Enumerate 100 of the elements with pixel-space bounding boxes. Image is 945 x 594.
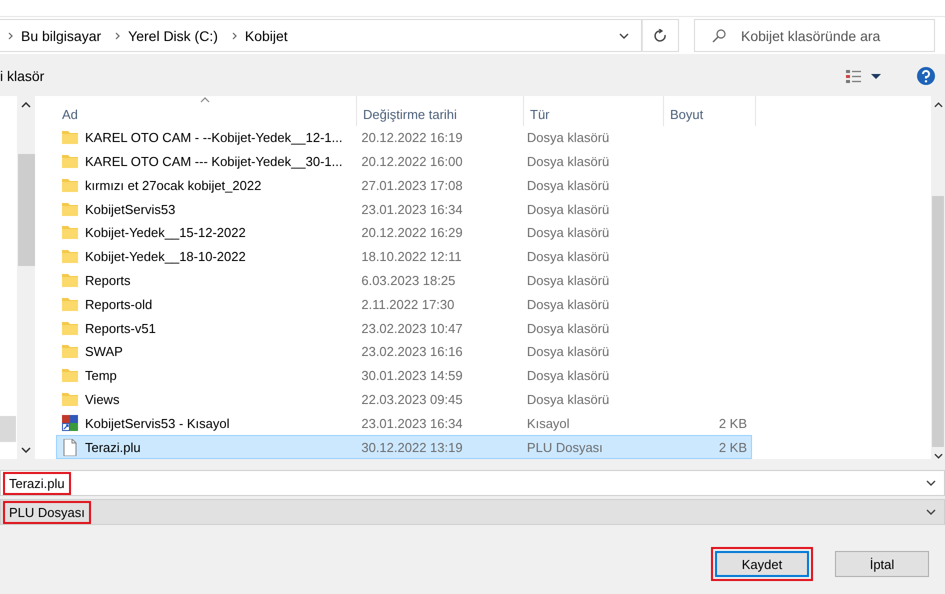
column-header[interactable]: Boyut: [664, 96, 756, 126]
folder-icon: [62, 343, 78, 360]
file-row[interactable]: KobijetServis53 - Kısayol 23.01.2023 16:34 Kısayol 2 KB: [56, 411, 752, 436]
chevron-down-icon[interactable]: [619, 32, 630, 38]
chevron-down-icon[interactable]: [926, 480, 936, 486]
shortcut-icon: [62, 414, 78, 432]
modified-date: 23.01.2023 16:34: [361, 202, 463, 217]
file-type: Dosya klasörü: [526, 296, 610, 312]
folder-icon: [62, 367, 78, 384]
file-row[interactable]: Reports-old 2.11.2022 17:30 Dosya klasörü: [56, 292, 752, 316]
file-type: Dosya klasörü: [526, 202, 610, 217]
breadcrumb-item[interactable]: Kobijet: [244, 28, 288, 44]
modified-date: 18.10.2022 12:11: [361, 249, 462, 264]
file-row[interactable]: Views 22.03.2023 09:45 Dosya klasörü: [56, 388, 752, 412]
file-name: kırmızı et 27ocak kobijet_2022: [85, 178, 262, 193]
file-type: PLU Dosyası: [526, 440, 603, 455]
chevron-down-icon[interactable]: [926, 509, 936, 515]
file-row[interactable]: Reports 6.03.2023 18:25 Dosya klasörü: [56, 268, 752, 292]
file-type: Dosya klasörü: [526, 178, 610, 193]
file-name-field[interactable]: Terazi.plu: [0, 470, 945, 496]
file-row[interactable]: Kobijet-Yedek__18-10-2022 18.10.2022 12:11 Dosya klasörü: [56, 244, 752, 269]
file-row[interactable]: Temp 30.01.2023 14:59 Dosya klasörü: [56, 364, 752, 388]
scrollbar[interactable]: [931, 96, 945, 459]
refresh-icon: [654, 29, 668, 42]
modified-date: 2.11.2022 17:30: [361, 296, 454, 312]
file-type: Dosya klasörü: [526, 392, 610, 407]
scroll-up-icon[interactable]: [934, 102, 942, 108]
modified-date: 23.02.2023 10:47: [361, 320, 463, 336]
file-type: Dosya klasörü: [526, 344, 610, 360]
scroll-up-icon[interactable]: [21, 102, 31, 108]
file-type: Dosya klasörü: [526, 225, 610, 240]
file-name: Kobijet-Yedek__15-12-2022: [85, 225, 246, 240]
column-header[interactable]: Değiştirme tarihi: [357, 96, 524, 126]
file-size: 2 KB: [718, 416, 747, 431]
modified-date: 20.12.2022 16:19: [361, 130, 463, 146]
document-icon: [62, 438, 78, 456]
folder-icon: [62, 224, 78, 242]
dialog-button[interactable]: Kaydet: [715, 551, 809, 577]
file-row[interactable]: Terazi.plu 30.12.2022 13:19 PLU Dosyası 2 KB: [56, 435, 752, 459]
scroll-down-icon[interactable]: [934, 453, 942, 459]
file-row[interactable]: KobijetServis53 23.01.2023 16:34 Dosya klasörü: [56, 197, 752, 222]
folder-icon: [62, 296, 78, 313]
modified-date: 27.01.2023 17:08: [361, 178, 463, 193]
folder-icon: [62, 200, 78, 218]
modified-date: 6.03.2023 18:25: [361, 273, 456, 288]
modified-date: 20.12.2022 16:00: [361, 154, 463, 170]
file-type: Dosya klasörü: [526, 273, 610, 288]
column-header[interactable]: Tür: [524, 96, 664, 126]
file-name: KAREL OTO CAM --- Kobijet-Yedek__30-1...: [85, 154, 342, 170]
breadcrumb-item[interactable]: Bu bilgisayar: [21, 28, 102, 44]
file-name: KAREL OTO CAM - --Kobijet-Yedek__12-1...: [85, 130, 342, 146]
file-name: Terazi.plu: [85, 440, 141, 455]
file-row[interactable]: Kobijet-Yedek__15-12-2022 20.12.2022 16:29 Dosya klasörü: [56, 221, 752, 245]
view-options-icon[interactable]: [846, 70, 861, 82]
file-name: Temp: [85, 368, 117, 384]
file-row[interactable]: Reports-v51 23.02.2023 10:47 Dosya klasörü: [56, 316, 752, 340]
folder-icon: [62, 272, 78, 290]
file-type: Dosya klasörü: [526, 368, 610, 384]
column-header[interactable]: Ad: [56, 96, 357, 126]
file-row[interactable]: kırmızı et 27ocak kobijet_2022 27.01.2023 17:08 Dosya klasörü: [56, 173, 752, 198]
modified-date: 30.01.2023 14:59: [361, 368, 463, 384]
file-name: Views: [85, 392, 120, 407]
folder-icon: [62, 320, 78, 337]
dialog-button[interactable]: İptal: [835, 551, 929, 577]
file-type: Dosya klasörü: [526, 320, 610, 336]
file-type: Dosya klasörü: [526, 130, 610, 146]
folder-icon: [62, 153, 78, 170]
file-row[interactable]: KAREL OTO CAM --- Kobijet-Yedek__30-1... 20.12.2022 16:00 Dosya klasörü: [56, 150, 752, 174]
address-bar[interactable]: Bu bilgisayar Yerel Disk (C:) Kobijet: [0, 19, 642, 52]
search-field[interactable]: Kobijet klasöründe ara: [694, 19, 935, 52]
refresh-button[interactable]: [642, 19, 679, 52]
nav-item-highlight: [0, 416, 16, 442]
folder-icon: [62, 248, 78, 266]
file-type-dropdown[interactable]: PLU Dosyası: [0, 499, 945, 525]
chevron-right-icon: [115, 32, 120, 40]
file-name: KobijetServis53: [85, 202, 176, 217]
new-folder-button[interactable]: i klasör: [0, 64, 44, 88]
file-row[interactable]: SWAP 23.02.2023 16:16 Dosya klasörü: [56, 340, 752, 364]
file-type: Dosya klasörü: [526, 249, 610, 264]
modified-date: 23.02.2023 16:16: [361, 344, 463, 360]
file-row[interactable]: KAREL OTO CAM - --Kobijet-Yedek__12-1... 20.12.2022 16:19 Dosya klasörü: [56, 126, 752, 150]
file-name: Reports-old: [85, 296, 152, 312]
file-type: Kısayol: [526, 416, 570, 431]
folder-icon: [62, 391, 78, 408]
folder-icon: [62, 176, 78, 194]
modified-date: 30.12.2022 13:19: [361, 440, 463, 455]
file-name: SWAP: [85, 344, 123, 360]
file-name: KobijetServis53 - Kısayol: [85, 416, 230, 431]
breadcrumb-item[interactable]: Yerel Disk (C:): [128, 28, 218, 44]
file-name: Reports: [85, 273, 131, 288]
help-icon[interactable]: [917, 67, 935, 85]
modified-date: 23.01.2023 16:34: [361, 416, 463, 431]
scroll-down-icon[interactable]: [21, 447, 31, 453]
chevron-right-icon: [8, 32, 13, 40]
file-size: 2 KB: [718, 440, 747, 455]
dropdown-arrow-icon[interactable]: [871, 74, 881, 78]
file-name: Kobijet-Yedek__18-10-2022: [85, 249, 246, 264]
folder-icon: [62, 129, 78, 146]
file-name: Reports-v51: [85, 320, 156, 336]
modified-date: 22.03.2023 09:45: [361, 392, 463, 407]
